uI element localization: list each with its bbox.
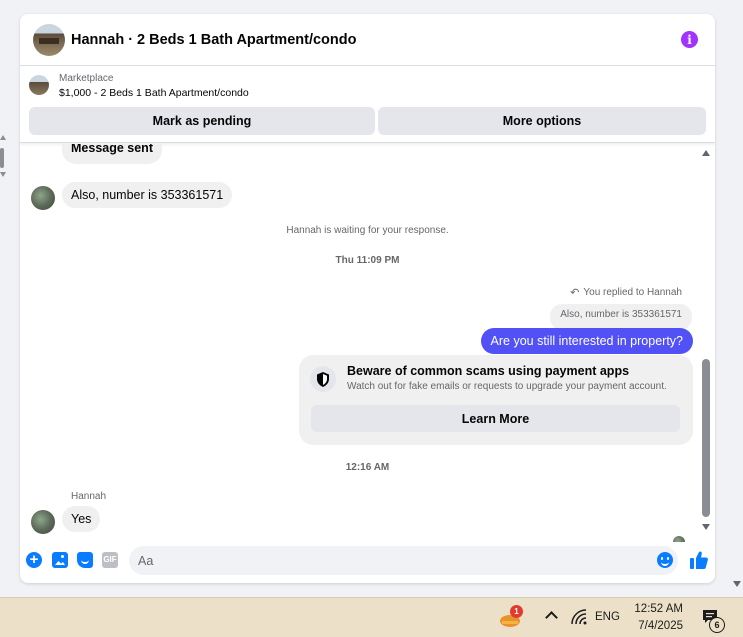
mark-as-pending-button[interactable]: Mark as pending — [29, 107, 375, 135]
conversation-avatar[interactable] — [33, 23, 65, 56]
scroll-up-arrow-icon[interactable] — [702, 150, 710, 156]
message-bubble-incoming[interactable]: Yes — [62, 506, 101, 532]
learn-more-button[interactable]: Learn More — [311, 405, 680, 432]
info-icon[interactable]: i — [681, 31, 698, 48]
message-bubble-incoming[interactable]: Message sent — [62, 144, 162, 164]
message-input[interactable] — [129, 546, 678, 575]
waiting-note: Hannah is waiting for your response. — [286, 225, 449, 236]
message-timestamp: Thu 11:09 PM — [335, 255, 400, 266]
gallery-icon[interactable] — [52, 552, 68, 568]
reply-arrow-icon: ↶ — [570, 287, 580, 299]
wifi-icon[interactable] — [570, 608, 588, 626]
message-bubble-incoming[interactable]: Also, number is 353361571 — [62, 182, 233, 208]
listing-source-label: Marketplace — [59, 73, 114, 84]
scroll-thumb[interactable] — [0, 148, 4, 168]
page-scroll-down-arrow-icon[interactable] — [733, 581, 741, 587]
clock-date[interactable]: 7/4/2025 — [633, 620, 683, 632]
replied-note-text: You replied to Hannah — [583, 287, 682, 298]
quoted-reply-preview[interactable]: Also, number is 353361571 — [550, 304, 692, 330]
message-thread[interactable]: Message sent Also, number is 353361571 H… — [20, 144, 715, 542]
thread-scrollbar[interactable] — [700, 144, 712, 542]
scam-warning-description: Watch out for fake emails or requests to… — [347, 381, 667, 392]
left-edge-scrollbar[interactable] — [0, 132, 6, 182]
message-composer: + GIF — [20, 542, 715, 583]
message-bubble-outgoing[interactable]: Are you still interested in property? — [480, 328, 693, 354]
plus-icon[interactable]: + — [26, 552, 42, 568]
more-options-button[interactable]: More options — [378, 107, 706, 135]
message-timestamp: 12:16 AM — [345, 462, 390, 473]
conversation-title[interactable]: Hannah · 2 Beds 1 Bath Apartment/condo — [71, 32, 356, 48]
sender-avatar[interactable] — [31, 510, 55, 534]
scam-warning-title: Beware of common scams using payment app… — [347, 364, 630, 378]
show-hidden-icons-chevron-icon[interactable] — [545, 611, 558, 624]
input-language-indicator[interactable]: ENG — [595, 611, 620, 623]
marketplace-listing-bar: Marketplace $1,000 - 2 Beds 1 Bath Apart… — [20, 67, 715, 143]
sender-avatar[interactable] — [31, 186, 55, 210]
shield-icon — [310, 366, 336, 392]
sticker-icon[interactable] — [77, 552, 93, 568]
chat-header: Hannah · 2 Beds 1 Bath Apartment/condo i — [20, 14, 715, 66]
listing-price-title[interactable]: $1,000 - 2 Beds 1 Bath Apartment/condo — [59, 87, 249, 99]
scroll-down-arrow-icon[interactable] — [702, 524, 710, 530]
thumbs-up-icon[interactable] — [689, 550, 709, 570]
listing-thumbnail[interactable] — [29, 75, 49, 95]
clock-time[interactable]: 12:52 AM — [633, 603, 683, 615]
replied-note: ↶ You replied to Hannah — [570, 286, 682, 299]
scroll-down-arrow-icon[interactable] — [0, 172, 6, 177]
notification-count-badge: 6 — [709, 617, 725, 633]
scam-warning-card: Beware of common scams using payment app… — [299, 355, 693, 445]
windows-taskbar: 1 ENG 12:52 AM 7/4/2025 6 — [0, 597, 743, 637]
emoji-icon[interactable] — [657, 552, 673, 568]
scroll-up-arrow-icon[interactable] — [0, 135, 6, 140]
sender-name-label: Hannah — [71, 491, 107, 502]
scroll-thumb[interactable] — [702, 359, 710, 517]
gif-icon[interactable]: GIF — [102, 552, 118, 568]
tray-notification-badge: 1 — [510, 605, 523, 618]
chat-window: Hannah · 2 Beds 1 Bath Apartment/condo i… — [20, 14, 715, 583]
